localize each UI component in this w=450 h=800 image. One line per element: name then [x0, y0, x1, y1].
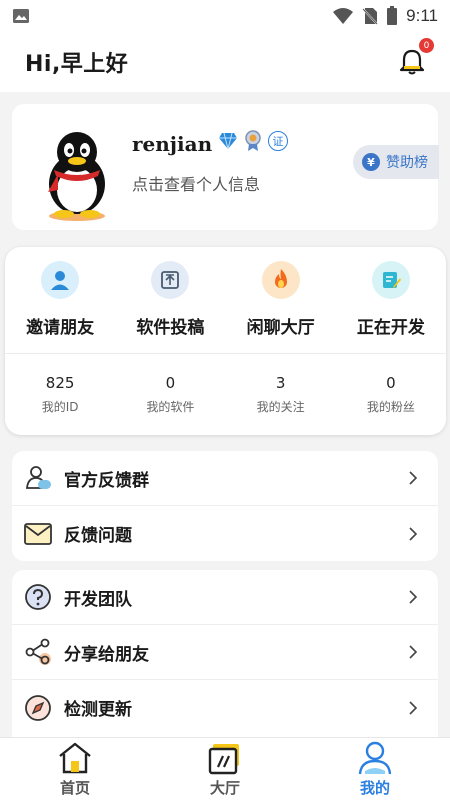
- chevron-right-icon: [409, 645, 418, 659]
- quick-actions-card: 邀请朋友 软件投稿 闲聊大厅 正在开发 825 我的ID 0 我的软件 3 我的…: [5, 247, 446, 435]
- stat-value: 0: [165, 374, 176, 392]
- user-icon: [358, 741, 392, 775]
- wifi-icon: [333, 8, 354, 24]
- nav-tab-mine[interactable]: 我的: [300, 738, 450, 800]
- mail-icon: [24, 520, 52, 548]
- person-icon: [41, 261, 80, 299]
- stat-label: 我的软件: [146, 400, 195, 414]
- menu-item-dev-team[interactable]: 开发团队: [12, 570, 438, 625]
- bottom-nav: 首页 大厅 我的: [0, 737, 450, 800]
- menu-item-check-update[interactable]: 检测更新: [12, 680, 438, 735]
- menu-group-feedback: 官方反馈群 反馈问题: [12, 451, 438, 561]
- stat-label: 我的关注: [256, 400, 305, 414]
- greeting-title: Hi,早上好: [25, 52, 129, 77]
- notification-badge: 0: [419, 38, 434, 53]
- menu-item-label: 检测更新: [64, 700, 132, 720]
- medal-icon: [245, 130, 261, 151]
- app-header: Hi,早上好 0: [0, 32, 450, 92]
- certified-badge: 证: [268, 131, 288, 151]
- notification-button[interactable]: 0: [396, 38, 434, 78]
- action-chat-hall[interactable]: 闲聊大厅: [226, 261, 336, 338]
- nav-label: 我的: [359, 779, 390, 797]
- menu-item-label: 分享给朋友: [64, 644, 149, 665]
- group-icon: [24, 464, 52, 492]
- chevron-right-icon: [409, 590, 418, 604]
- action-label: 闲聊大厅: [246, 318, 315, 338]
- menu-item-label: 开发团队: [64, 589, 132, 610]
- chevron-right-icon: [409, 471, 418, 485]
- user-badges: 证: [218, 130, 288, 152]
- no-sim-icon: [362, 8, 378, 25]
- stat-my-id[interactable]: 825 我的ID: [5, 374, 115, 415]
- question-icon: [24, 583, 52, 611]
- stats-row: 825 我的ID 0 我的软件 3 我的关注 0 我的粉丝: [5, 374, 446, 415]
- menu-item-label: 官方反馈群: [64, 470, 149, 491]
- chevron-right-icon: [409, 700, 418, 715]
- home-icon: [59, 742, 91, 774]
- stat-my-following[interactable]: 3 我的关注: [226, 374, 336, 415]
- battery-icon: [387, 6, 398, 25]
- sponsor-ranking-button[interactable]: ¥ 赞助榜: [353, 145, 439, 179]
- username: renjian: [132, 132, 213, 156]
- yen-coin-icon: ¥: [362, 153, 380, 171]
- edit-note-icon: [371, 261, 410, 299]
- compass-icon: [24, 694, 52, 722]
- menu-item-label: 反馈问题: [64, 526, 132, 546]
- chevron-right-icon: [409, 526, 418, 541]
- menu-group-about: 开发团队 分享给朋友 检测更新: [12, 570, 438, 750]
- share-icon: [24, 638, 52, 666]
- stat-my-fans[interactable]: 0 我的粉丝: [336, 374, 446, 415]
- sponsor-label: 赞助榜: [386, 155, 428, 171]
- status-bar: 9:11: [0, 0, 450, 32]
- image-icon: [13, 9, 29, 23]
- quick-actions-row: 邀请朋友 软件投稿 闲聊大厅 正在开发: [5, 261, 446, 338]
- profile-subtitle: 点击查看个人信息: [132, 175, 261, 194]
- upload-icon: [151, 261, 190, 299]
- menu-item-official-feedback-group[interactable]: 官方反馈群: [12, 451, 438, 506]
- hall-icon: [208, 744, 239, 775]
- action-software-submit[interactable]: 软件投稿: [115, 261, 225, 338]
- menu-item-share[interactable]: 分享给朋友: [12, 625, 438, 680]
- stat-value: 3: [275, 374, 286, 392]
- action-label: 正在开发: [356, 318, 425, 338]
- profile-card[interactable]: renjian 证 点击查看个人信息 ¥ 赞助榜: [12, 104, 439, 230]
- stat-label: 我的ID: [41, 400, 79, 414]
- action-in-development[interactable]: 正在开发: [336, 261, 446, 338]
- fire-icon: [261, 261, 300, 299]
- action-label: 邀请朋友: [26, 318, 95, 338]
- diamond-icon: [219, 132, 237, 150]
- action-invite-friends[interactable]: 邀请朋友: [5, 261, 115, 338]
- nav-label: 首页: [59, 779, 90, 797]
- divider: [5, 353, 446, 354]
- nav-tab-hall[interactable]: 大厅: [150, 738, 300, 800]
- stat-my-software[interactable]: 0 我的软件: [115, 374, 225, 415]
- status-time: 9:11: [406, 6, 438, 25]
- stat-label: 我的粉丝: [366, 400, 415, 414]
- stat-value: 0: [386, 374, 396, 392]
- action-label: 软件投稿: [136, 318, 205, 338]
- avatar[interactable]: [36, 128, 118, 222]
- menu-item-feedback[interactable]: 反馈问题: [12, 506, 438, 561]
- nav-label: 大厅: [209, 779, 240, 797]
- stat-value: 825: [45, 374, 75, 392]
- nav-tab-home[interactable]: 首页: [0, 738, 150, 800]
